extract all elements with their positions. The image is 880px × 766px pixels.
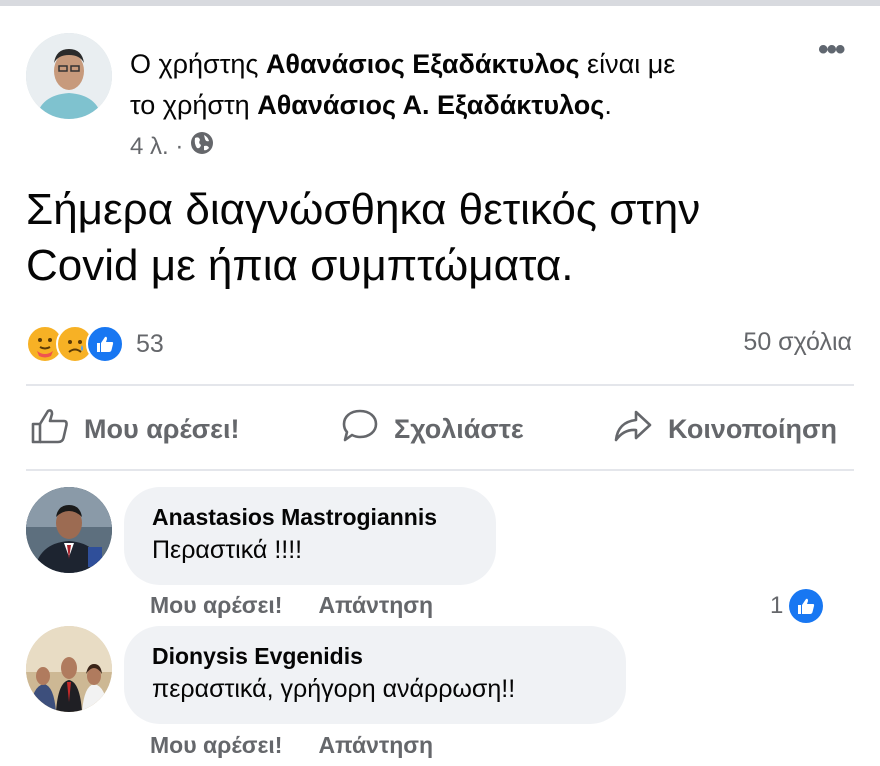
commenter-avatar[interactable] <box>26 487 112 573</box>
comment-actions: Μου αρέσει! Απάντηση <box>150 592 433 619</box>
comment-actions: Μου αρέσει! Απάντηση <box>150 732 433 759</box>
post-meta: 4 λ. · <box>130 130 215 163</box>
reactions-summary[interactable]: 53 <box>26 324 164 364</box>
comment-text: Περαστικά !!!! <box>152 536 303 564</box>
like-button-label: Μου αρέσει! <box>84 413 240 444</box>
author-name[interactable]: Αθανάσιος Εξαδάκτυλος <box>266 49 580 79</box>
share-button[interactable]: Κοινοποίηση <box>612 404 837 454</box>
share-icon <box>612 407 654 452</box>
comment-icon <box>340 407 380 452</box>
comment-like-link[interactable]: Μου αρέσει! <box>150 732 282 759</box>
reaction-count[interactable]: 53 <box>136 330 164 359</box>
comment-like-number: 1 <box>770 592 784 619</box>
comments-count[interactable]: 50 σχόλια <box>743 328 852 357</box>
post-text-line2: Covid με ήπια συμπτώματα. <box>26 241 574 290</box>
like-button[interactable]: Μου αρέσει! <box>30 404 239 454</box>
comment-button[interactable]: Σχολιάστε <box>340 404 524 454</box>
author-avatar[interactable] <box>26 33 112 119</box>
top-divider-bar <box>0 0 880 6</box>
comment-button-label: Σχολιάστε <box>394 413 524 444</box>
comment-like-count[interactable]: 1 <box>770 589 824 623</box>
header-mid: είναι με <box>579 49 676 79</box>
divider <box>26 384 854 386</box>
header-prefix: Ο χρήστης <box>130 49 266 79</box>
header-line2-suffix: . <box>604 90 612 120</box>
globe-icon <box>189 130 215 163</box>
post-header-line1: Ο χρήστης Αθανάσιος Εξαδάκτυλος είναι με <box>130 46 675 82</box>
divider <box>26 469 854 471</box>
commenter-name[interactable]: Dionysis Evgenidis <box>152 640 598 672</box>
like-badge-icon <box>789 589 824 623</box>
comment-text: περαστικά, γρήγορη ανάρρωση!! <box>152 675 516 703</box>
commenter-avatar[interactable] <box>26 626 112 712</box>
post-time[interactable]: 4 λ. · <box>130 133 183 161</box>
comment-bubble[interactable]: Anastasios Mastrogiannis Περαστικά !!!! <box>124 487 496 585</box>
post-text-line1: Σήμερα διαγνώσθηκα θετικός στην <box>26 185 701 234</box>
commenter-name[interactable]: Anastasios Mastrogiannis <box>152 501 468 533</box>
like-reaction-icon <box>86 325 124 363</box>
thumbs-up-icon <box>30 407 70 452</box>
comment-reply-link[interactable]: Απάντηση <box>318 592 433 619</box>
post-body: Σήμερα διαγνώσθηκα θετικός στην Covid με… <box>26 182 866 294</box>
tagged-user-name[interactable]: Αθανάσιος Α. Εξαδάκτυλος <box>257 90 604 120</box>
share-button-label: Κοινοποίηση <box>668 413 838 444</box>
comment-like-link[interactable]: Μου αρέσει! <box>150 592 282 619</box>
post-header-line2: το χρήστη Αθανάσιος Α. Εξαδάκτυλος. <box>130 87 612 123</box>
comment-bubble[interactable]: Dionysis Evgenidis περαστικά, γρήγορη αν… <box>124 626 626 724</box>
header-line2-prefix: το χρήστη <box>130 90 258 120</box>
comment-reply-link[interactable]: Απάντηση <box>318 732 433 759</box>
more-options-icon[interactable]: ••• <box>818 35 845 65</box>
